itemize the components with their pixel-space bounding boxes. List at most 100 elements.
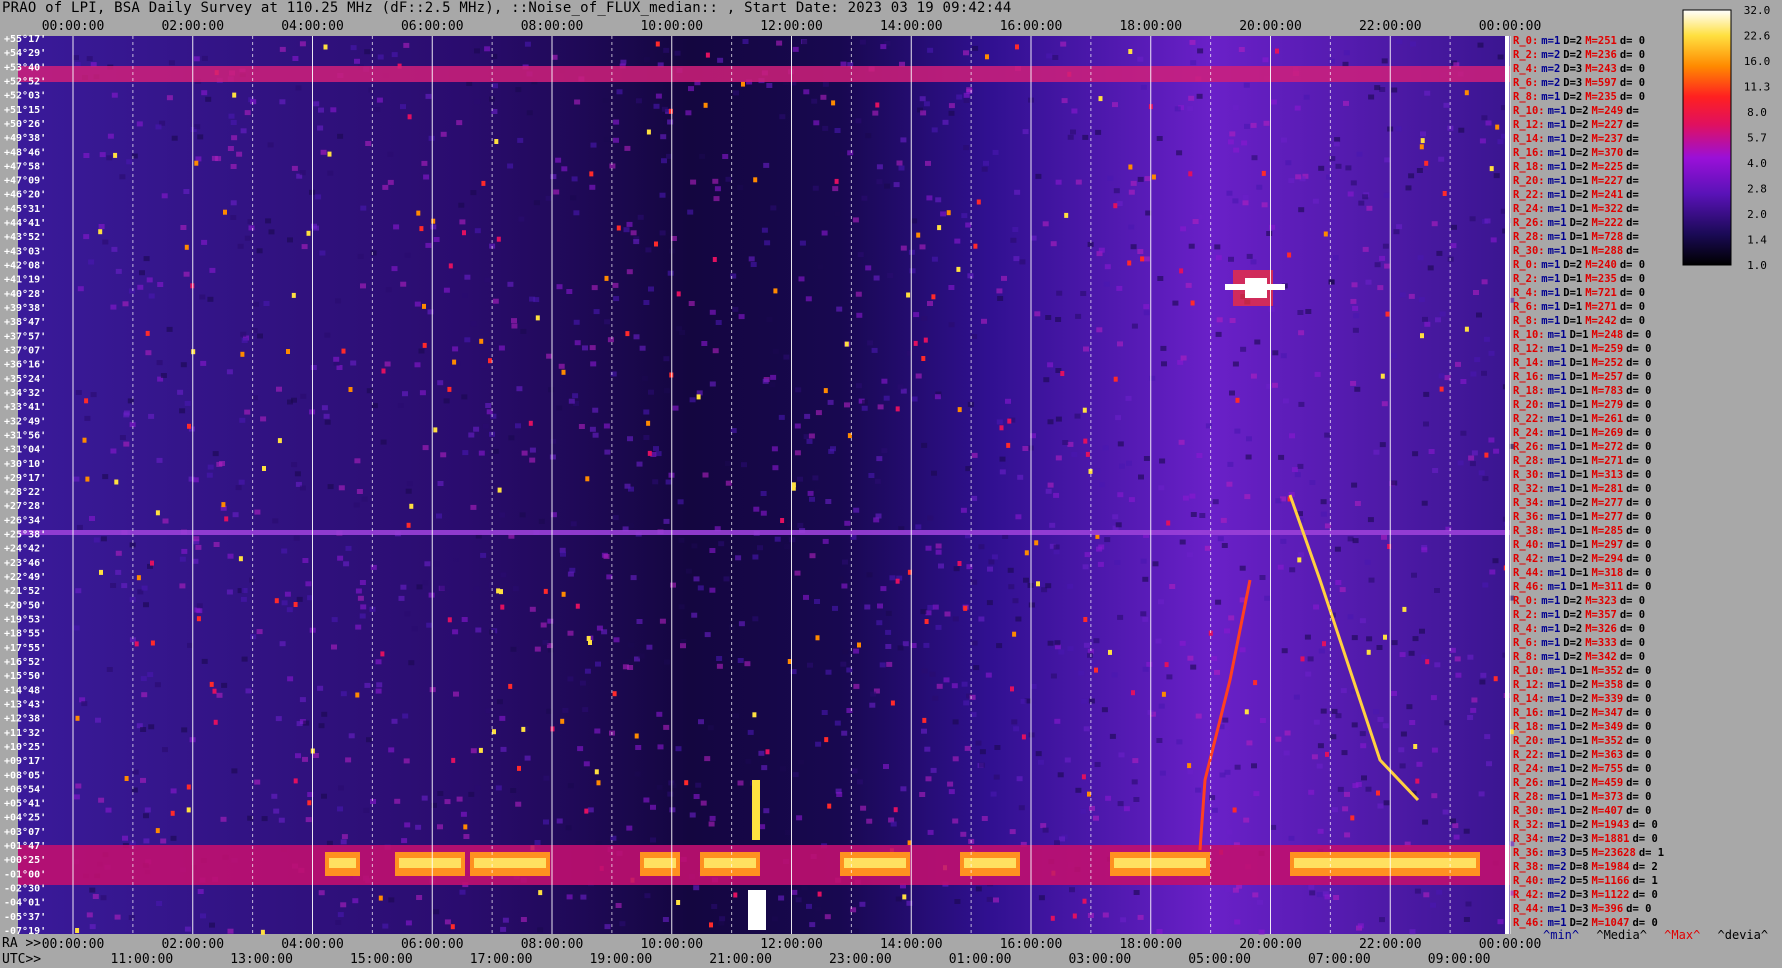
noise-cell — [828, 448, 835, 454]
noise-cell — [363, 807, 370, 813]
flux-speckle — [212, 688, 217, 694]
y-tick-label: +22°49' — [4, 572, 46, 583]
noise-cell — [1229, 390, 1235, 396]
stat-d: D=1 — [1569, 329, 1589, 341]
noise-cell — [1493, 173, 1500, 179]
noise-cell — [1395, 126, 1402, 132]
stat-m-max: M=235 — [1585, 91, 1617, 103]
noise-cell — [567, 783, 574, 789]
noise-cell — [433, 909, 440, 915]
stat-m: m=1 — [1547, 511, 1567, 523]
y-tick-label: +15°50' — [4, 671, 46, 682]
stat-d: d= 0 — [1619, 301, 1646, 313]
noise-cell — [1293, 694, 1300, 700]
noise-cell — [1266, 231, 1273, 236]
noise-cell — [1364, 559, 1371, 565]
noise-cell — [920, 110, 927, 116]
flux-speckle — [893, 807, 898, 813]
noise-cell — [667, 270, 674, 276]
flux-band-core — [329, 858, 356, 868]
flux-speckle — [1420, 333, 1424, 339]
stat-d: D=2 — [1563, 623, 1583, 635]
noise-cell — [590, 142, 597, 148]
noise-cell — [516, 386, 523, 392]
noise-cell — [232, 512, 239, 518]
noise-cell — [354, 58, 360, 64]
stat-r: R_14: — [1513, 133, 1545, 145]
noise-cell — [624, 145, 631, 151]
stat-r: R_40: — [1513, 875, 1545, 887]
noise-cell — [991, 554, 998, 560]
y-tick-label: +41°19' — [4, 275, 46, 286]
stat-d: D=2 — [1563, 609, 1583, 621]
noise-cell — [817, 264, 824, 270]
noise-cell — [216, 692, 223, 698]
stat-d: d= 0 — [1632, 889, 1658, 901]
stat-r: R_24: — [1513, 203, 1545, 215]
noise-cell — [921, 442, 928, 448]
stat-d: D=2 — [1569, 777, 1589, 789]
noise-cell — [122, 835, 128, 841]
stat-m: m=1 — [1541, 609, 1561, 621]
noise-cell — [1406, 704, 1413, 710]
noise-cell — [1160, 345, 1167, 351]
noise-cell — [886, 661, 893, 667]
noise-cell — [1309, 480, 1316, 485]
noise-cell — [622, 664, 629, 670]
noise-cell — [200, 913, 206, 919]
noise-cell — [764, 240, 771, 246]
flux-speckle — [712, 257, 717, 262]
noise-cell — [594, 728, 601, 734]
stat-d: D=1 — [1569, 539, 1589, 551]
noise-cell — [628, 642, 635, 648]
flux-speckle — [1108, 649, 1112, 655]
noise-cell — [382, 923, 389, 929]
stat-d: D=1 — [1563, 315, 1583, 327]
noise-cell — [1014, 189, 1021, 195]
stat-row: R_46: m=1 D=1 M=311 d= 0 — [1513, 580, 1667, 594]
noise-cell — [921, 316, 928, 321]
noise-cell — [587, 807, 594, 813]
stat-d: D=1 — [1569, 357, 1589, 369]
noise-cell — [1463, 917, 1470, 922]
stat-row: R_12: m=1 D=2 M=358 d= 0 — [1513, 678, 1667, 692]
noise-cell — [1146, 661, 1153, 667]
flux-speckle — [1464, 326, 1469, 332]
stat-d: D=1 — [1569, 525, 1589, 537]
flux-speckle — [902, 894, 907, 900]
noise-cell — [1156, 929, 1163, 934]
noise-cell — [1485, 120, 1492, 126]
noise-cell — [254, 509, 261, 515]
noise-cell — [140, 676, 147, 682]
noise-cell — [921, 668, 928, 674]
flux-speckle — [1140, 256, 1145, 262]
y-tick-label: +45°31' — [4, 204, 46, 215]
flux-speckle — [1024, 550, 1029, 556]
noise-cell — [879, 662, 886, 668]
noise-cell — [971, 334, 978, 340]
stat-row: R_4: m=1 D=2 M=326 d= 0 — [1513, 622, 1667, 636]
noise-cell — [1391, 691, 1397, 696]
y-tick-label: +37°57' — [4, 331, 46, 342]
noise-cell — [425, 93, 432, 99]
noise-cell — [859, 901, 866, 907]
noise-cell — [948, 285, 955, 290]
noise-cell — [771, 446, 778, 452]
noise-cell — [883, 764, 889, 769]
y-tick-label: +50°26' — [4, 119, 46, 130]
noise-cell — [170, 788, 177, 794]
noise-cell — [1107, 175, 1114, 181]
y-tick-label: +52°52' — [4, 76, 46, 87]
noise-cell — [144, 807, 151, 813]
noise-cell — [550, 438, 557, 444]
stat-r: R_26: — [1513, 217, 1545, 229]
noise-cell — [1479, 679, 1486, 685]
noise-cell — [132, 769, 139, 775]
noise-cell — [337, 806, 343, 812]
legend-median: ^Media^ — [1596, 928, 1647, 942]
flux-speckle — [875, 102, 880, 108]
stat-row: R_44: m=1 D=3 M=396 d= 0 — [1513, 902, 1667, 916]
noise-cell — [603, 423, 610, 429]
noise-cell — [480, 552, 487, 558]
flux-speckle — [543, 588, 548, 594]
